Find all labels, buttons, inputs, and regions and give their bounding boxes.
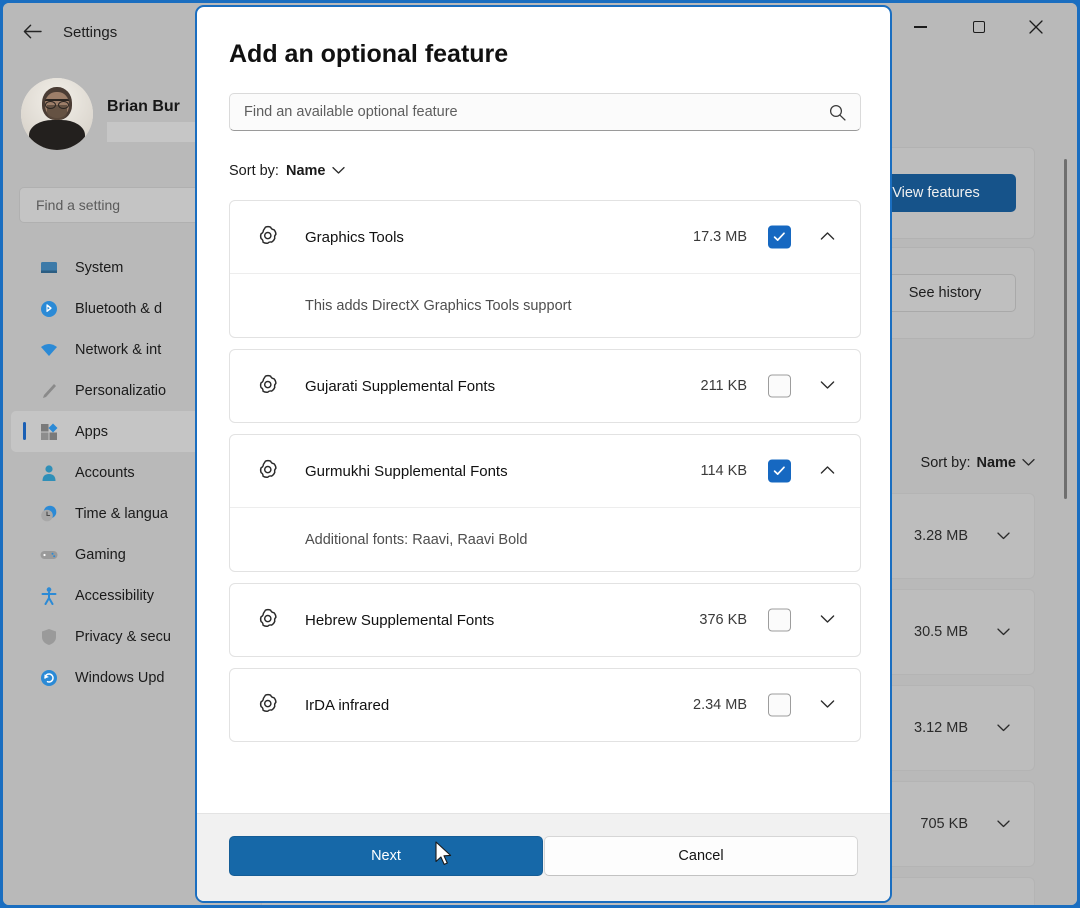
sidebar: Brian Bur Find a setting System Bluetoot… <box>3 51 251 905</box>
accessibility-icon <box>39 586 59 606</box>
sort-by-value: Name <box>976 455 1017 471</box>
wifi-icon <box>39 340 59 360</box>
feature-name: Gurmukhi Supplemental Fonts <box>305 462 508 480</box>
feature-checkbox[interactable] <box>768 459 791 483</box>
settings-window: Settings Brian Bur Find a setting System… <box>0 0 1080 908</box>
chevron-down-icon[interactable] <box>820 377 838 395</box>
selection-indicator <box>23 422 26 440</box>
feature-checkbox[interactable] <box>768 225 791 249</box>
avatar <box>21 78 93 150</box>
chevron-down-icon[interactable] <box>997 529 1010 544</box>
next-button[interactable]: Next <box>229 836 543 876</box>
feature-search-placeholder: Find an available optional feature <box>244 104 458 120</box>
sidebar-item-label: Apps <box>75 423 109 440</box>
feature-name: Gujarati Supplemental Fonts <box>305 377 496 395</box>
feature-size: 114 KB <box>700 463 748 479</box>
feature-size: 705 KB <box>920 816 968 832</box>
list-item[interactable]: Hebrew Supplemental Fonts 376 KB <box>229 583 861 657</box>
chevron-down-icon <box>332 163 346 179</box>
see-history-button[interactable]: See history <box>874 274 1016 312</box>
feature-size: 376 KB <box>699 612 747 628</box>
sort-by-prefix: Sort by: <box>229 163 279 179</box>
sidebar-item-label: Personalizatio <box>75 382 167 399</box>
chevron-up-icon[interactable] <box>820 228 838 246</box>
dialog-sort-by[interactable]: Sort by: Name <box>229 163 346 179</box>
sidebar-item-label: Windows Upd <box>75 669 165 686</box>
sidebar-item-label: Accounts <box>75 464 135 481</box>
optional-feature-gear-icon <box>256 608 280 632</box>
chevron-down-icon[interactable] <box>997 625 1010 640</box>
feature-size: 3.12 MB <box>914 720 968 736</box>
feature-name: IrDA infrared <box>305 696 390 714</box>
scrollbar-thumb[interactable] <box>1064 159 1067 499</box>
feature-checkbox[interactable] <box>768 374 791 398</box>
sort-by-value: Name <box>285 163 326 179</box>
optional-feature-gear-icon <box>256 459 280 483</box>
feature-row[interactable]: Gurmukhi Supplemental Fonts 114 KB <box>230 435 860 507</box>
feature-size: 2.34 MB <box>693 697 747 713</box>
feature-size: 211 KB <box>700 378 748 394</box>
feature-checkbox[interactable] <box>768 608 791 632</box>
feature-name: Hebrew Supplemental Fonts <box>305 611 495 629</box>
dialog-body: Add an optional feature Find an availabl… <box>197 7 890 813</box>
optional-feature-gear-icon <box>256 693 280 717</box>
feature-checkbox[interactable] <box>768 693 791 717</box>
search-icon <box>829 104 846 121</box>
feature-row[interactable]: Graphics Tools 17.3 MB <box>230 201 860 273</box>
sidebar-item-label: Time & langua <box>75 505 168 522</box>
paintbrush-icon <box>39 381 59 401</box>
cancel-button[interactable]: Cancel <box>544 836 858 876</box>
feature-row[interactable]: Hebrew Supplemental Fonts 376 KB <box>230 584 860 656</box>
chevron-down-icon <box>1022 455 1035 471</box>
clock-icon <box>39 504 59 524</box>
chevron-down-icon[interactable] <box>997 721 1010 736</box>
search-placeholder: Find a setting <box>36 197 121 213</box>
dialog-footer: Next Cancel <box>197 813 890 901</box>
optional-feature-list[interactable]: Graphics Tools 17.3 MB This adds DirectX… <box>229 200 861 813</box>
feature-description: Additional fonts: Raavi, Raavi Bold <box>230 507 860 571</box>
feature-row[interactable]: Gujarati Supplemental Fonts 211 KB <box>230 350 860 422</box>
chevron-down-icon[interactable] <box>997 817 1010 832</box>
feature-row[interactable]: IrDA infrared 2.34 MB <box>230 669 860 741</box>
add-optional-feature-dialog: Add an optional feature Find an availabl… <box>195 5 892 903</box>
window-title: Settings <box>63 24 118 41</box>
feature-name: Graphics Tools <box>305 228 404 246</box>
chevron-down-icon[interactable] <box>820 696 838 714</box>
close-button[interactable] <box>1013 8 1059 46</box>
feature-size: 30.5 MB <box>914 624 968 640</box>
list-item[interactable]: Gurmukhi Supplemental Fonts 114 KB Addit… <box>229 434 861 572</box>
chevron-down-icon[interactable] <box>820 611 838 629</box>
dialog-title: Add an optional feature <box>229 40 509 68</box>
optional-feature-gear-icon <box>256 374 280 398</box>
optional-feature-gear-icon <box>256 225 280 249</box>
sidebar-item-label: Bluetooth & d <box>75 300 163 317</box>
update-icon <box>39 668 59 688</box>
list-item[interactable]: IrDA infrared 2.34 MB <box>229 668 861 742</box>
person-icon <box>39 463 59 483</box>
gamepad-icon <box>39 545 59 565</box>
sidebar-item-label: System <box>75 259 124 276</box>
shield-icon <box>39 627 59 647</box>
maximize-button[interactable] <box>956 8 1002 46</box>
monitor-icon <box>39 258 59 278</box>
feature-description: This adds DirectX Graphics Tools support <box>230 273 860 337</box>
feature-size: 17.3 MB <box>693 229 747 245</box>
feature-size: 3.28 MB <box>914 528 968 544</box>
back-arrow-icon[interactable] <box>17 21 47 49</box>
sidebar-item-label: Network & int <box>75 341 162 358</box>
minimize-button[interactable] <box>897 8 943 46</box>
apps-icon <box>39 422 59 442</box>
list-item[interactable]: Gujarati Supplemental Fonts 211 KB <box>229 349 861 423</box>
feature-search-input[interactable]: Find an available optional feature <box>229 93 861 131</box>
account-name: Brian Bur <box>107 98 180 115</box>
sort-by-prefix: Sort by: <box>920 455 971 471</box>
background-sort-by[interactable]: Sort by: Name <box>921 455 1035 471</box>
chevron-up-icon[interactable] <box>820 462 838 480</box>
sidebar-item-label: Privacy & secu <box>75 628 171 645</box>
sidebar-item-label: Accessibility <box>75 587 154 604</box>
bluetooth-icon <box>39 299 59 319</box>
sidebar-item-label: Gaming <box>75 546 126 563</box>
list-item[interactable]: Graphics Tools 17.3 MB This adds DirectX… <box>229 200 861 338</box>
